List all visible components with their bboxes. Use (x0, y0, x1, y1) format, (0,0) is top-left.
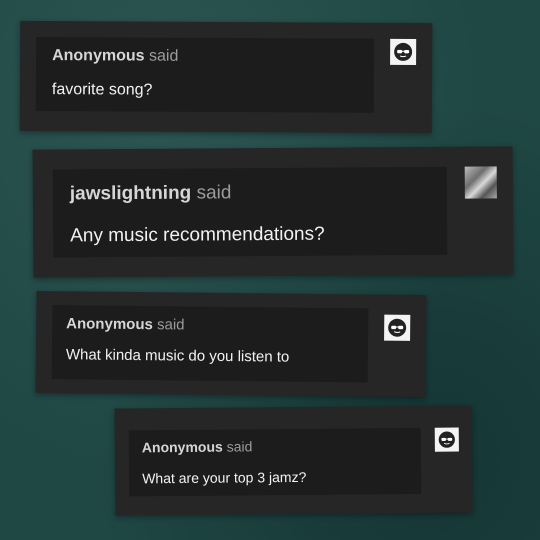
ask-message: What kinda music do you listen to (65, 346, 290, 366)
ask-bubble: Anonymous said What kinda music do you l… (51, 305, 369, 383)
user-avatar-image[interactable] (464, 166, 497, 199)
said-label: said (226, 438, 253, 455)
asker-name[interactable]: jawslightning (70, 183, 192, 205)
anon-sunglasses-icon[interactable] (384, 314, 411, 341)
ask-card: Anonymous said favorite song? (19, 20, 433, 134)
asker-name[interactable]: Anonymous (66, 315, 153, 333)
said-label: said (156, 316, 185, 334)
ask-message: What are your top 3 jamz? (142, 468, 307, 487)
ask-header: Anonymous said (66, 315, 185, 333)
ask-message: favorite song? (51, 81, 153, 99)
ask-card: Anonymous said What kinda music do you l… (35, 290, 427, 398)
ask-message: Any music recommendations? (70, 223, 325, 247)
ask-header: Anonymous said (52, 47, 178, 66)
said-label: said (148, 47, 179, 65)
anon-sunglasses-icon[interactable] (390, 38, 417, 65)
ask-card: jawslightning said Any music recommendat… (32, 146, 514, 278)
anon-sunglasses-icon[interactable] (434, 427, 459, 452)
asker-name[interactable]: Anonymous (142, 439, 223, 456)
asker-name[interactable]: Anonymous (52, 47, 145, 64)
ask-header: jawslightning said (70, 182, 232, 205)
ask-bubble: jawslightning said Any music recommendat… (52, 166, 448, 258)
ask-card: Anonymous said What are your top 3 jamz? (114, 405, 473, 516)
said-label: said (196, 182, 232, 204)
ask-header: Anonymous said (142, 438, 253, 455)
ask-bubble: Anonymous said What are your top 3 jamz? (128, 427, 422, 497)
ask-bubble: Anonymous said favorite song? (35, 37, 375, 113)
